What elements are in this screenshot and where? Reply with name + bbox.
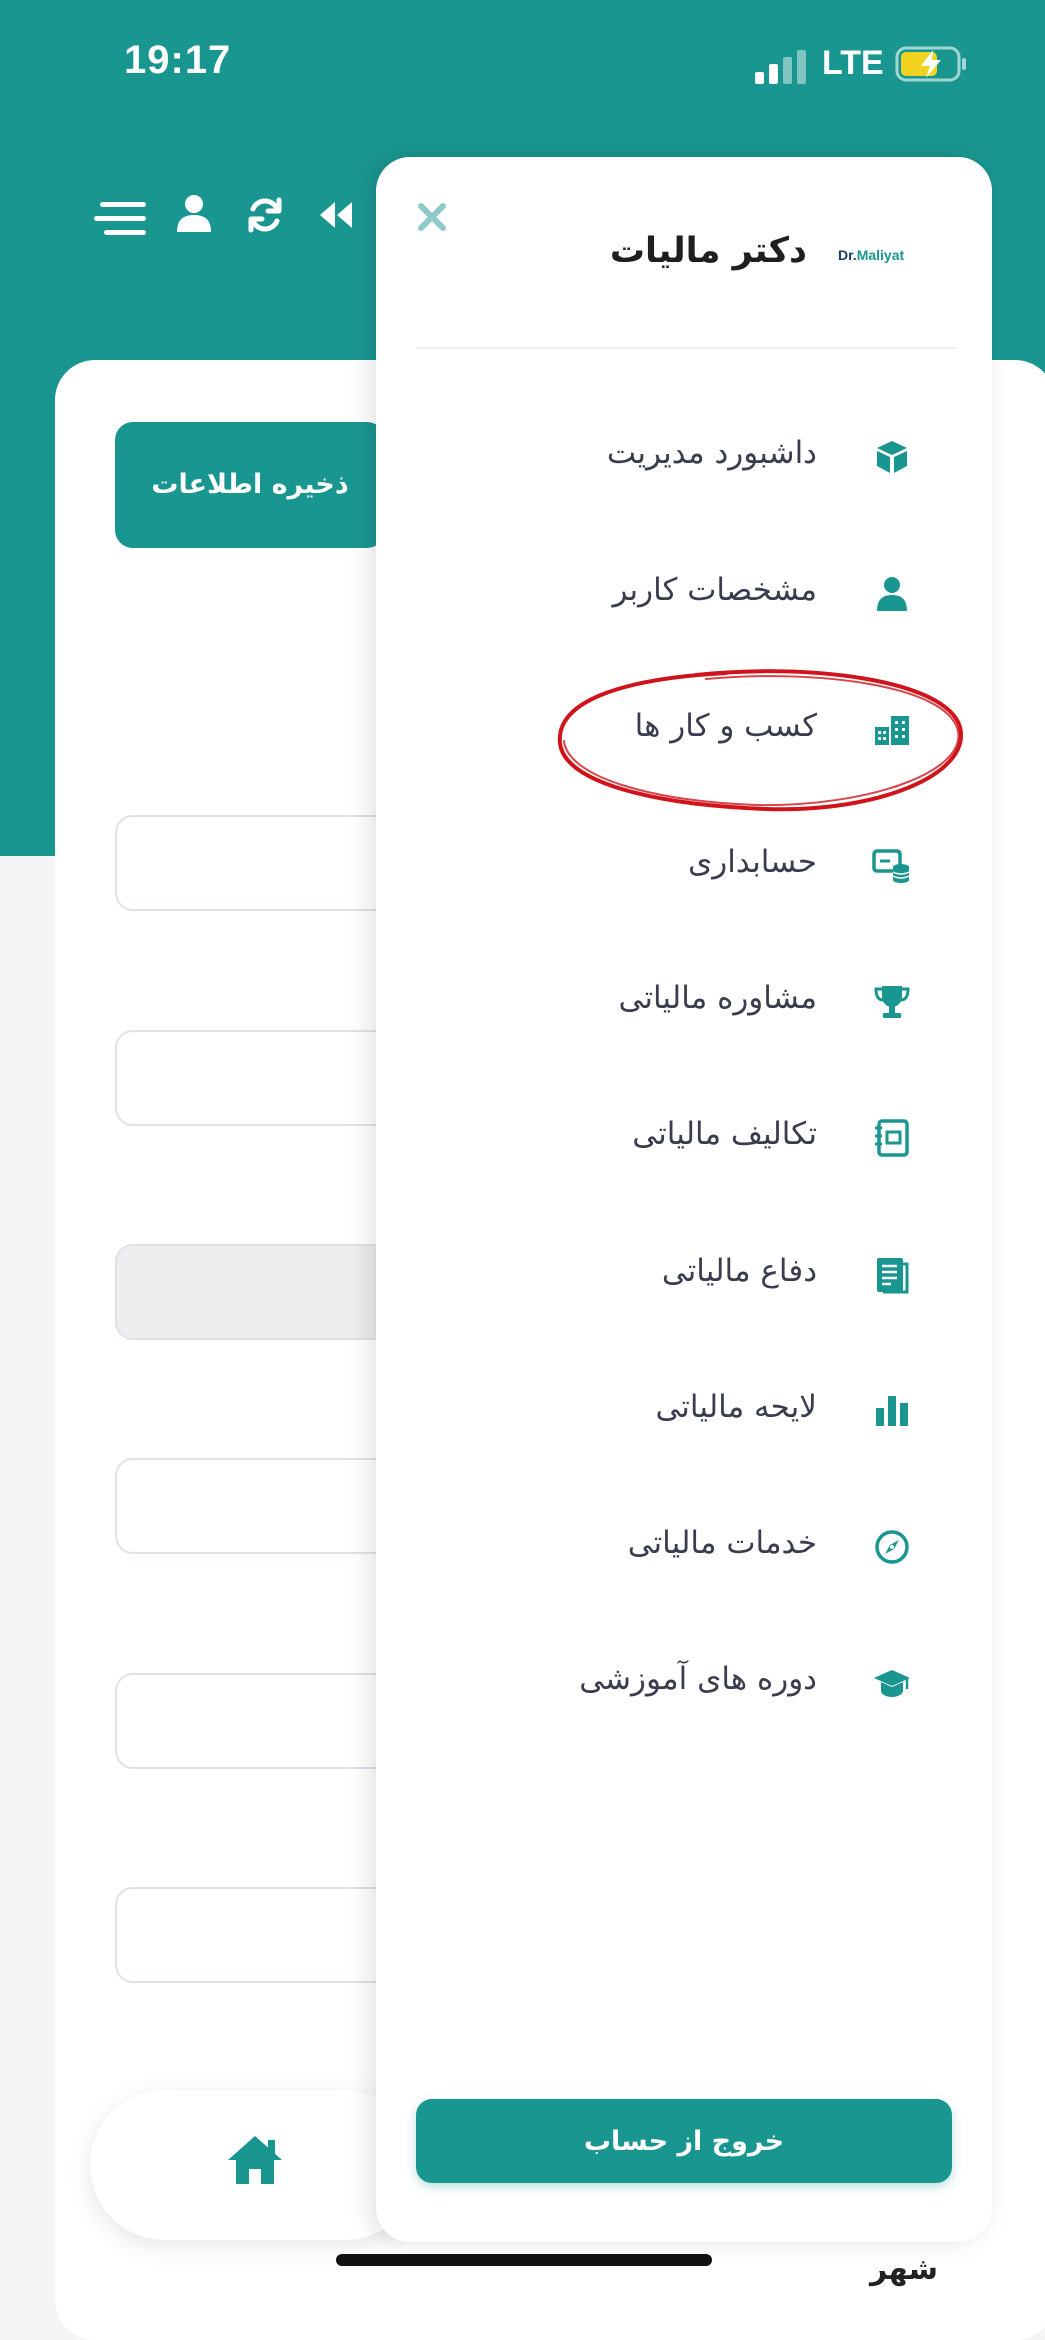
logout-button[interactable]: خروج از حساب (416, 2099, 952, 2183)
side-drawer: Dr.Maliyat دکتر مالیات داشبورد مدیریت مش… (376, 157, 992, 2242)
save-info-button[interactable]: ذخیره اطلاعات (115, 422, 385, 548)
bar-chart-icon (870, 1389, 914, 1433)
brand-logo: Dr.Maliyat (838, 247, 904, 263)
document-icon (870, 1253, 914, 1297)
cube-icon (870, 435, 914, 479)
signal-icon (755, 50, 806, 84)
menu-item-dashboard[interactable]: داشبورد مدیریت (376, 413, 992, 503)
menu-item-tax-obligations[interactable]: تکالیف مالیاتی (376, 1094, 992, 1184)
menu-item-label: مشخصات کاربر (612, 572, 817, 608)
bottom-navigation (90, 2090, 420, 2240)
notebook-icon (870, 1116, 914, 1160)
menu-item-label: تکالیف مالیاتی (632, 1116, 817, 1152)
menu-item-label: لایحه مالیاتی (655, 1389, 817, 1425)
form-field[interactable] (115, 1673, 395, 1769)
close-icon[interactable] (412, 197, 452, 237)
home-indicator (336, 2254, 712, 2266)
graduation-cap-icon (870, 1661, 914, 1705)
battery-charging-icon (895, 46, 966, 82)
menu-item-tax-services[interactable]: خدمات مالیاتی (376, 1503, 992, 1593)
form-field[interactable] (115, 1887, 395, 1983)
red-annotation-ellipse (557, 669, 964, 812)
form-field[interactable] (115, 1030, 395, 1126)
home-icon[interactable] (226, 2134, 284, 2186)
menu-item-user-profile[interactable]: مشخصات کاربر (376, 550, 992, 640)
form-field[interactable] (115, 1458, 395, 1554)
menu-icon[interactable] (94, 198, 154, 240)
menu-item-tax-bill[interactable]: لایحه مالیاتی (376, 1367, 992, 1457)
rewind-icon[interactable] (318, 200, 354, 230)
form-field-disabled (115, 1244, 395, 1340)
form-field[interactable] (115, 815, 395, 911)
menu-item-accounting[interactable]: حسابداری (376, 822, 992, 912)
menu-item-label: دوره های آموزشی (579, 1661, 817, 1697)
network-type: LTE (822, 44, 884, 82)
trophy-icon (870, 980, 914, 1024)
user-icon[interactable] (176, 194, 212, 234)
status-time: 19:17 (124, 38, 232, 82)
menu-item-tax-consulting[interactable]: مشاوره مالیاتی (376, 958, 992, 1048)
status-bar: 19:17 LTE (0, 0, 1045, 130)
brand-logo-name: Maliyat (856, 247, 905, 263)
menu-item-label: حسابداری (687, 844, 817, 880)
brand-logo-prefix: Dr. (838, 247, 857, 263)
brand-title: دکتر مالیات (609, 231, 807, 271)
refresh-icon[interactable] (246, 196, 284, 234)
user-icon (870, 572, 914, 616)
menu-item-label: خدمات مالیاتی (627, 1525, 817, 1561)
menu-item-label: داشبورد مدیریت (606, 435, 817, 471)
menu-item-label: دفاع مالیاتی (661, 1253, 817, 1289)
city-label: شهر (870, 2252, 938, 2287)
compass-icon (870, 1525, 914, 1569)
menu-item-label: مشاوره مالیاتی (618, 980, 817, 1016)
drawer-divider (416, 347, 956, 349)
menu-item-training-courses[interactable]: دوره های آموزشی (376, 1639, 992, 1729)
menu-item-tax-defense[interactable]: دفاع مالیاتی (376, 1231, 992, 1321)
accounting-icon (870, 844, 914, 888)
